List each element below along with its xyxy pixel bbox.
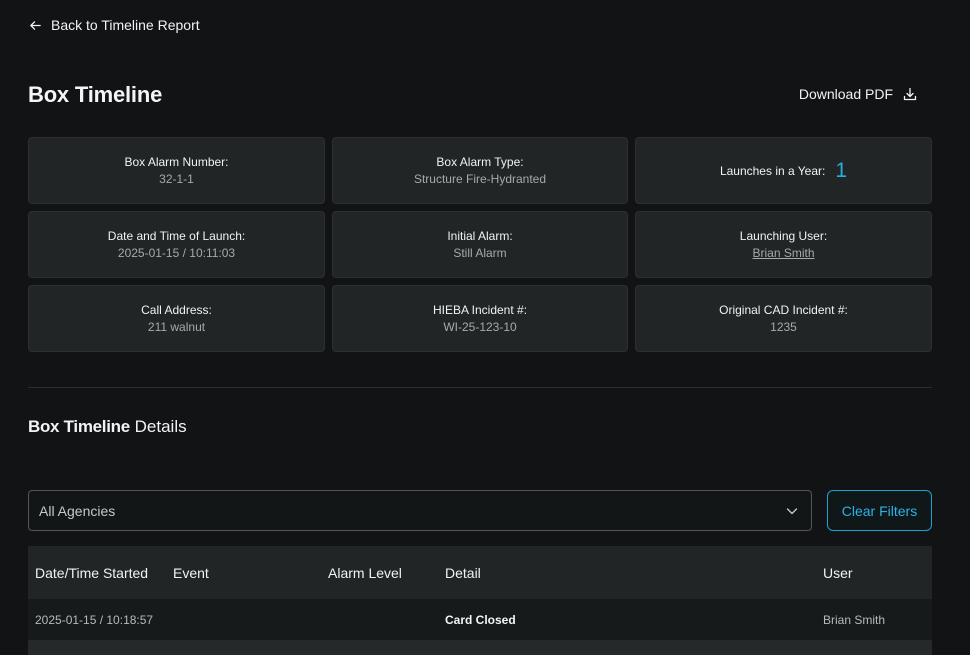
table-header: Date/Time Started Event Alarm Level Deta… — [28, 546, 932, 599]
cad-incident-value: 1235 — [770, 320, 797, 334]
launches-value: 1 — [835, 159, 848, 182]
launch-datetime-card: Date and Time of Launch: 2025-01-15 / 10… — [28, 211, 325, 278]
agency-select-value: All Agencies — [39, 502, 116, 519]
box-alarm-type-value: Structure Fire-Hydranted — [413, 172, 547, 186]
details-title-bold: Box Timeline — [28, 417, 130, 436]
hieba-incident-label: HIEBA Incident #: — [432, 303, 528, 317]
download-icon — [903, 87, 917, 101]
call-address-card: Call Address: 211 walnut — [28, 285, 325, 352]
box-alarm-type-card: Box Alarm Type: Structure Fire-Hydranted — [332, 137, 628, 204]
call-address-value: 211 walnut — [147, 320, 206, 334]
cell-started: 2025-01-15 / 10:18:57 — [35, 612, 154, 627]
launching-user-card: Launching User: Brian Smith — [635, 211, 932, 278]
cell-user: Brian Smith — [823, 612, 886, 627]
initial-alarm-label: Initial Alarm: — [447, 229, 513, 243]
back-link-label: Back to Timeline Report — [51, 17, 200, 33]
box-alarm-number-label: Box Alarm Number: — [124, 155, 229, 169]
launches-card: Launches in a Year: 1 — [635, 137, 932, 204]
details-section-title: Box Timeline Details — [28, 417, 187, 437]
table-row[interactable] — [28, 640, 932, 655]
launches-label: Launches in a Year: — [719, 163, 826, 178]
launch-datetime-value: 2025-01-15 / 10:11:03 — [117, 246, 236, 260]
initial-alarm-value: Still Alarm — [453, 246, 507, 260]
hieba-incident-card: HIEBA Incident #: WI-25-123-10 — [332, 285, 628, 352]
summary-grid: Box Alarm Number: 32-1-1 Box Alarm Type:… — [28, 137, 932, 352]
launch-datetime-label: Date and Time of Launch: — [107, 229, 246, 243]
page-title: Box Timeline — [28, 82, 163, 107]
launching-user-link[interactable]: Brian Smith — [752, 246, 814, 260]
column-header-detail[interactable]: Detail — [445, 565, 481, 581]
table-row[interactable]: 2025-01-15 / 10:18:57 Card Closed Brian … — [28, 599, 932, 640]
agency-select[interactable]: All Agencies — [28, 490, 812, 531]
initial-alarm-card: Initial Alarm: Still Alarm — [332, 211, 628, 278]
hieba-incident-value: WI-25-123-10 — [443, 320, 517, 334]
column-header-user[interactable]: User — [823, 565, 853, 581]
back-link[interactable]: Back to Timeline Report — [29, 17, 200, 33]
download-pdf-label: Download PDF — [798, 86, 893, 102]
box-alarm-number-value: 32-1-1 — [159, 172, 194, 186]
column-header-started[interactable]: Date/Time Started — [35, 565, 148, 581]
section-divider — [28, 387, 932, 388]
cad-incident-card: Original CAD Incident #: 1235 — [635, 285, 932, 352]
call-address-label: Call Address: — [141, 303, 212, 317]
box-alarm-type-label: Box Alarm Type: — [436, 155, 524, 169]
cad-incident-label: Original CAD Incident #: — [719, 303, 848, 317]
arrow-left-icon — [30, 20, 41, 30]
clear-filters-button[interactable]: Clear Filters — [827, 490, 932, 531]
download-pdf-button[interactable]: Download PDF — [799, 86, 917, 102]
box-alarm-number-card: Box Alarm Number: 32-1-1 — [28, 137, 325, 204]
column-header-event[interactable]: Event — [173, 565, 209, 581]
chevron-down-icon — [786, 508, 798, 515]
launching-user-label: Launching User: — [739, 229, 828, 243]
details-title-rest: Details — [129, 417, 187, 436]
cell-detail: Card Closed — [445, 612, 516, 627]
column-header-alarm-level[interactable]: Alarm Level — [328, 565, 402, 581]
